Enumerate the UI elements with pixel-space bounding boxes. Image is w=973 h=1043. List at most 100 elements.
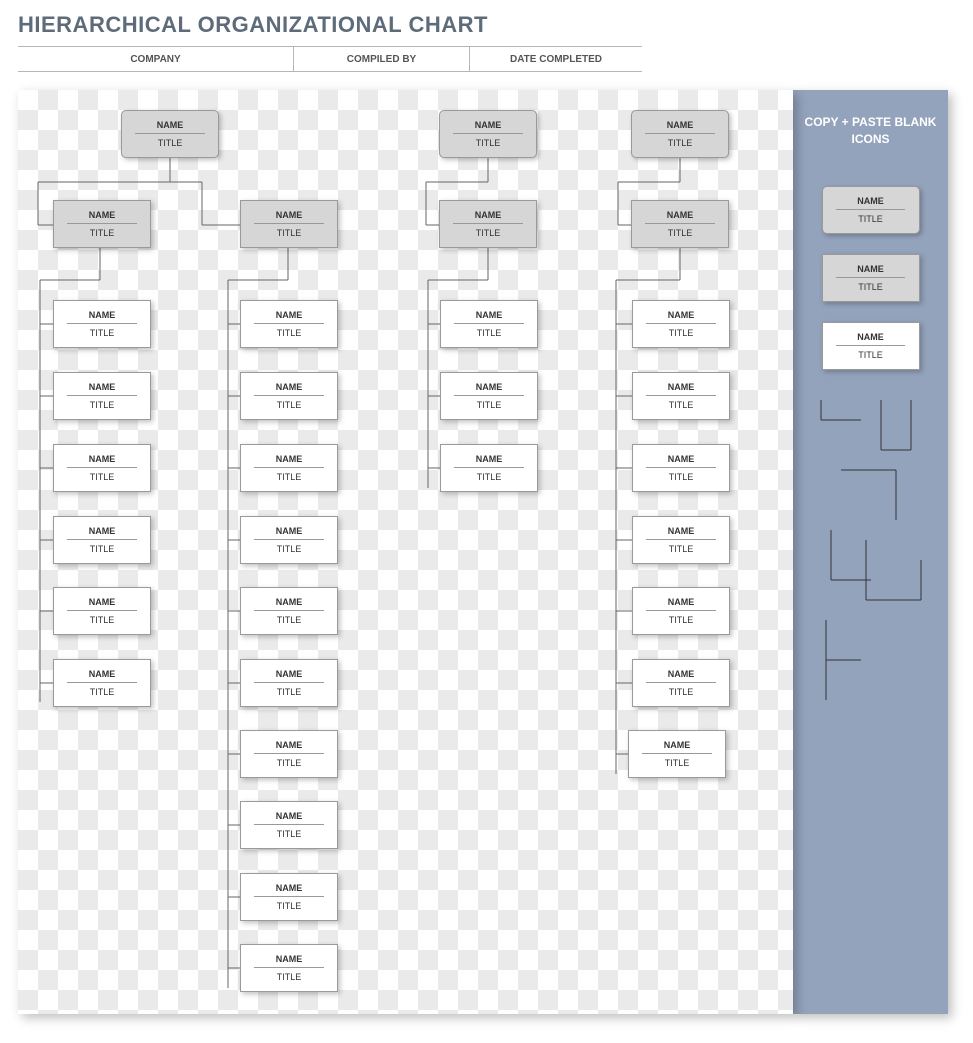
blank-connector-icons[interactable]	[811, 400, 931, 730]
node-col4-leaf[interactable]: NAMETITLE	[632, 587, 730, 635]
blank-icon-square-white[interactable]: NAME TITLE	[822, 322, 920, 370]
node-col2-leaf[interactable]: NAMETITLE	[240, 300, 338, 348]
node-title: TITLE	[277, 224, 302, 238]
node-title: TITLE	[669, 683, 694, 697]
sidebar-title: COPY + PASTE BLANK ICONS	[793, 114, 948, 148]
node-title: TITLE	[90, 611, 115, 625]
node-col1-leaf[interactable]: NAMETITLE	[53, 444, 151, 492]
node-name: NAME	[67, 526, 136, 540]
node-name: NAME	[254, 669, 323, 683]
node-title: TITLE	[477, 468, 502, 482]
node-title: TITLE	[90, 324, 115, 338]
node-name: NAME	[454, 382, 523, 396]
node-title: TITLE	[277, 611, 302, 625]
node-title: TITLE	[277, 683, 302, 697]
node-title: TITLE	[669, 396, 694, 410]
node-name: NAME	[453, 120, 522, 134]
node-name: NAME	[67, 210, 136, 224]
node-name: NAME	[254, 310, 323, 324]
node-name: NAME	[254, 740, 323, 754]
node-title: TITLE	[158, 134, 183, 148]
node-name: NAME	[254, 210, 323, 224]
node-col1-mid-a[interactable]: NAME TITLE	[53, 200, 151, 248]
node-name: NAME	[645, 120, 714, 134]
node-col3-mid[interactable]: NAMETITLE	[439, 200, 537, 248]
node-title: TITLE	[277, 897, 302, 911]
node-col1-leaf[interactable]: NAMETITLE	[53, 300, 151, 348]
node-col2-leaf[interactable]: NAMETITLE	[240, 659, 338, 707]
node-col1-leaf[interactable]: NAMETITLE	[53, 516, 151, 564]
node-name: NAME	[453, 210, 522, 224]
node-col3-leaf[interactable]: NAMETITLE	[440, 444, 538, 492]
node-title: TITLE	[668, 134, 693, 148]
node-title: TITLE	[858, 278, 883, 292]
node-col2-leaf[interactable]: NAMETITLE	[240, 730, 338, 778]
node-col3-leaf[interactable]: NAMETITLE	[440, 372, 538, 420]
node-title: TITLE	[477, 324, 502, 338]
node-name: NAME	[646, 382, 715, 396]
node-col2-leaf[interactable]: NAMETITLE	[240, 372, 338, 420]
node-col4-leaf[interactable]: NAMETITLE	[632, 659, 730, 707]
node-title: TITLE	[476, 224, 501, 238]
node-name: NAME	[254, 382, 323, 396]
node-col2-leaf[interactable]: NAMETITLE	[240, 944, 338, 992]
node-title: TITLE	[669, 611, 694, 625]
node-col3-leaf[interactable]: NAMETITLE	[440, 300, 538, 348]
node-title: TITLE	[90, 683, 115, 697]
node-name: NAME	[254, 526, 323, 540]
node-name: NAME	[646, 669, 715, 683]
meta-date-completed: DATE COMPLETED	[470, 47, 642, 71]
node-title: TITLE	[90, 468, 115, 482]
node-name: NAME	[254, 954, 323, 968]
node-col4-leaf[interactable]: NAMETITLE	[632, 444, 730, 492]
node-name: NAME	[646, 310, 715, 324]
node-name: NAME	[67, 454, 136, 468]
blank-icon-round-grey[interactable]: NAME TITLE	[822, 186, 920, 234]
node-title: TITLE	[277, 468, 302, 482]
node-col3-root[interactable]: NAMETITLE	[439, 110, 537, 158]
node-name: NAME	[836, 332, 905, 346]
node-col1-root[interactable]: NAME TITLE	[121, 110, 219, 158]
node-name: NAME	[67, 310, 136, 324]
node-name: NAME	[836, 264, 905, 278]
blank-icon-square-grey[interactable]: NAME TITLE	[822, 254, 920, 302]
node-name: NAME	[135, 120, 204, 134]
node-name: NAME	[254, 454, 323, 468]
node-title: TITLE	[277, 968, 302, 982]
node-title: TITLE	[90, 224, 115, 238]
node-name: NAME	[646, 597, 715, 611]
node-col1-leaf[interactable]: NAMETITLE	[53, 372, 151, 420]
node-col1-mid-b[interactable]: NAME TITLE	[240, 200, 338, 248]
node-col2-leaf[interactable]: NAMETITLE	[240, 587, 338, 635]
node-title: TITLE	[277, 324, 302, 338]
node-col4-leaf[interactable]: NAMETITLE	[632, 300, 730, 348]
node-name: NAME	[67, 382, 136, 396]
node-col2-leaf[interactable]: NAMETITLE	[240, 516, 338, 564]
node-col1-leaf[interactable]: NAMETITLE	[53, 587, 151, 635]
node-col2-leaf[interactable]: NAMETITLE	[240, 444, 338, 492]
node-title: TITLE	[277, 825, 302, 839]
node-title: TITLE	[277, 540, 302, 554]
node-col2-leaf[interactable]: NAMETITLE	[240, 873, 338, 921]
node-title: TITLE	[277, 754, 302, 768]
node-title: TITLE	[858, 210, 883, 224]
node-title: TITLE	[669, 324, 694, 338]
node-title: TITLE	[858, 346, 883, 360]
node-col2-leaf[interactable]: NAMETITLE	[240, 801, 338, 849]
node-name: NAME	[836, 196, 905, 210]
node-name: NAME	[67, 597, 136, 611]
node-col4-leaf[interactable]: NAMETITLE	[628, 730, 726, 778]
node-title: TITLE	[90, 396, 115, 410]
node-col1-leaf[interactable]: NAMETITLE	[53, 659, 151, 707]
meta-row: COMPANY COMPILED BY DATE COMPLETED	[18, 46, 642, 72]
node-name: NAME	[646, 526, 715, 540]
node-col4-root[interactable]: NAMETITLE	[631, 110, 729, 158]
sidebar-blank-icons: COPY + PASTE BLANK ICONS NAME TITLE NAME…	[793, 90, 948, 1014]
node-col4-leaf[interactable]: NAMETITLE	[632, 516, 730, 564]
node-title: TITLE	[665, 754, 690, 768]
meta-company: COMPANY	[18, 47, 294, 71]
org-chart-canvas[interactable]: NAME TITLE NAME TITLE NAME TITLE NAMETIT…	[18, 90, 793, 1014]
node-col4-leaf[interactable]: NAMETITLE	[632, 372, 730, 420]
node-col4-mid[interactable]: NAMETITLE	[631, 200, 729, 248]
node-title: TITLE	[477, 396, 502, 410]
